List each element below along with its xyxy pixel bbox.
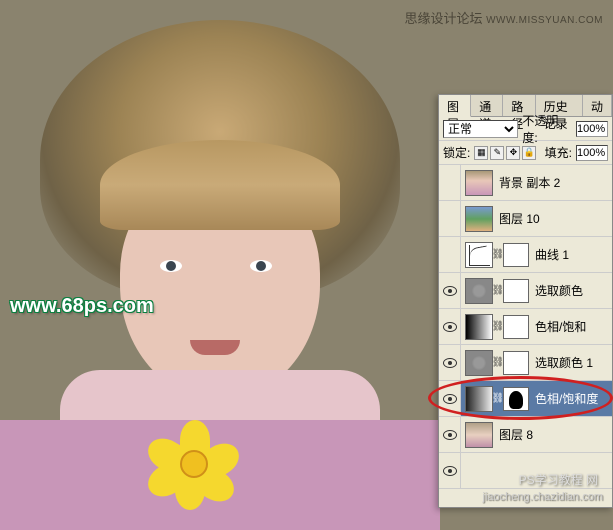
lock-label: 锁定: <box>443 144 470 161</box>
layers-panel: 图层 通道 路径 历史记录 动 正常 不透明度: 锁定: ▦ ✎ ✥ 🔒 填充:… <box>438 94 613 508</box>
lock-position-icon[interactable]: ✥ <box>506 146 520 160</box>
layer-name-label[interactable]: 色相/饱和 <box>529 318 586 335</box>
lock-pixels-icon[interactable]: ✎ <box>490 146 504 160</box>
layer-mask-thumbnail[interactable] <box>503 387 529 411</box>
lock-all-icon[interactable]: 🔒 <box>522 146 536 160</box>
layer-row[interactable]: ⛓ 选取颜色 1 <box>439 345 612 381</box>
visibility-toggle[interactable] <box>439 309 461 344</box>
center-watermark: www.68ps.com <box>10 295 154 318</box>
eye-icon <box>443 430 457 440</box>
eye-icon <box>443 322 457 332</box>
layer-thumbnail[interactable] <box>465 278 493 304</box>
layer-mask-thumbnail[interactable] <box>503 315 529 339</box>
bottom-watermark-1: PS学习教程 网 <box>519 471 598 488</box>
eye-icon <box>443 286 457 296</box>
visibility-toggle[interactable] <box>439 417 461 452</box>
eye-icon <box>443 358 457 368</box>
layer-name-label[interactable]: 曲线 1 <box>529 246 569 263</box>
layer-row[interactable]: ⛓ 曲线 1 <box>439 237 612 273</box>
layers-list: 背景 副本 2 图层 10 ⛓ 曲线 1 ⛓ 选取颜色 ⛓ 色相/饱和 ⛓ 选取颜色 1 ⛓ 色相/饱… <box>439 165 612 507</box>
layer-thumbnail[interactable] <box>465 206 493 232</box>
blend-mode-select[interactable]: 正常 <box>443 120 518 138</box>
link-icon[interactable]: ⛓ <box>493 314 503 340</box>
layer-name-label[interactable]: 背景 副本 2 <box>493 174 560 191</box>
flower-graphic <box>150 420 240 510</box>
lock-fill-row: 锁定: ▦ ✎ ✥ 🔒 填充: <box>439 141 612 165</box>
layer-name-label[interactable]: 图层 10 <box>493 210 540 227</box>
layer-thumbnail[interactable] <box>465 314 493 340</box>
layer-row[interactable]: ⛓ 选取颜色 <box>439 273 612 309</box>
layer-row[interactable]: 图层 10 <box>439 201 612 237</box>
visibility-toggle[interactable] <box>439 273 461 308</box>
layer-thumbnail[interactable] <box>465 350 493 376</box>
canvas-image <box>0 20 440 508</box>
layer-row[interactable]: ⛓ 色相/饱和度 <box>439 381 612 417</box>
link-icon[interactable]: ⛓ <box>493 242 503 268</box>
fill-input[interactable] <box>576 145 608 161</box>
layer-thumbnail[interactable] <box>465 242 493 268</box>
visibility-toggle[interactable] <box>439 201 461 236</box>
layer-mask-thumbnail[interactable] <box>503 351 529 375</box>
layer-name-label[interactable]: 选取颜色 <box>529 282 583 299</box>
layer-thumbnail[interactable] <box>465 422 493 448</box>
link-icon[interactable]: ⛓ <box>493 278 503 304</box>
visibility-toggle[interactable] <box>439 165 461 200</box>
layer-name-label[interactable]: 图层 8 <box>493 426 533 443</box>
tab-layers[interactable]: 图层 <box>439 95 471 117</box>
fill-label: 填充: <box>545 144 572 161</box>
eye-icon <box>443 394 457 404</box>
watermark-url: WWW.MISSYUAN.COM <box>486 15 603 26</box>
opacity-input[interactable] <box>576 121 608 137</box>
link-icon[interactable]: ⛓ <box>493 350 503 376</box>
layer-name-label[interactable]: 色相/饱和度 <box>529 390 598 407</box>
layer-name-label[interactable]: 选取颜色 1 <box>529 354 593 371</box>
visibility-toggle[interactable] <box>439 381 461 416</box>
layer-thumbnail[interactable] <box>465 170 493 196</box>
layer-mask-thumbnail[interactable] <box>503 279 529 303</box>
tab-actions[interactable]: 动 <box>583 95 612 116</box>
layer-row[interactable]: ⛓ 色相/饱和 <box>439 309 612 345</box>
tab-channels[interactable]: 通道 <box>471 95 503 116</box>
layer-mask-thumbnail[interactable] <box>503 243 529 267</box>
eye-icon <box>443 466 457 476</box>
link-icon[interactable]: ⛓ <box>493 386 503 412</box>
lock-transparency-icon[interactable]: ▦ <box>474 146 488 160</box>
visibility-toggle[interactable] <box>439 237 461 272</box>
layer-thumbnail[interactable] <box>465 386 493 412</box>
visibility-toggle[interactable] <box>439 453 461 488</box>
blend-opacity-row: 正常 不透明度: <box>439 117 612 141</box>
layer-row[interactable]: 图层 8 <box>439 417 612 453</box>
visibility-toggle[interactable] <box>439 345 461 380</box>
opacity-label: 不透明度: <box>522 112 572 146</box>
layer-row[interactable]: 背景 副本 2 <box>439 165 612 201</box>
bottom-watermark-2: jiaocheng.chazidian.com <box>483 491 603 503</box>
